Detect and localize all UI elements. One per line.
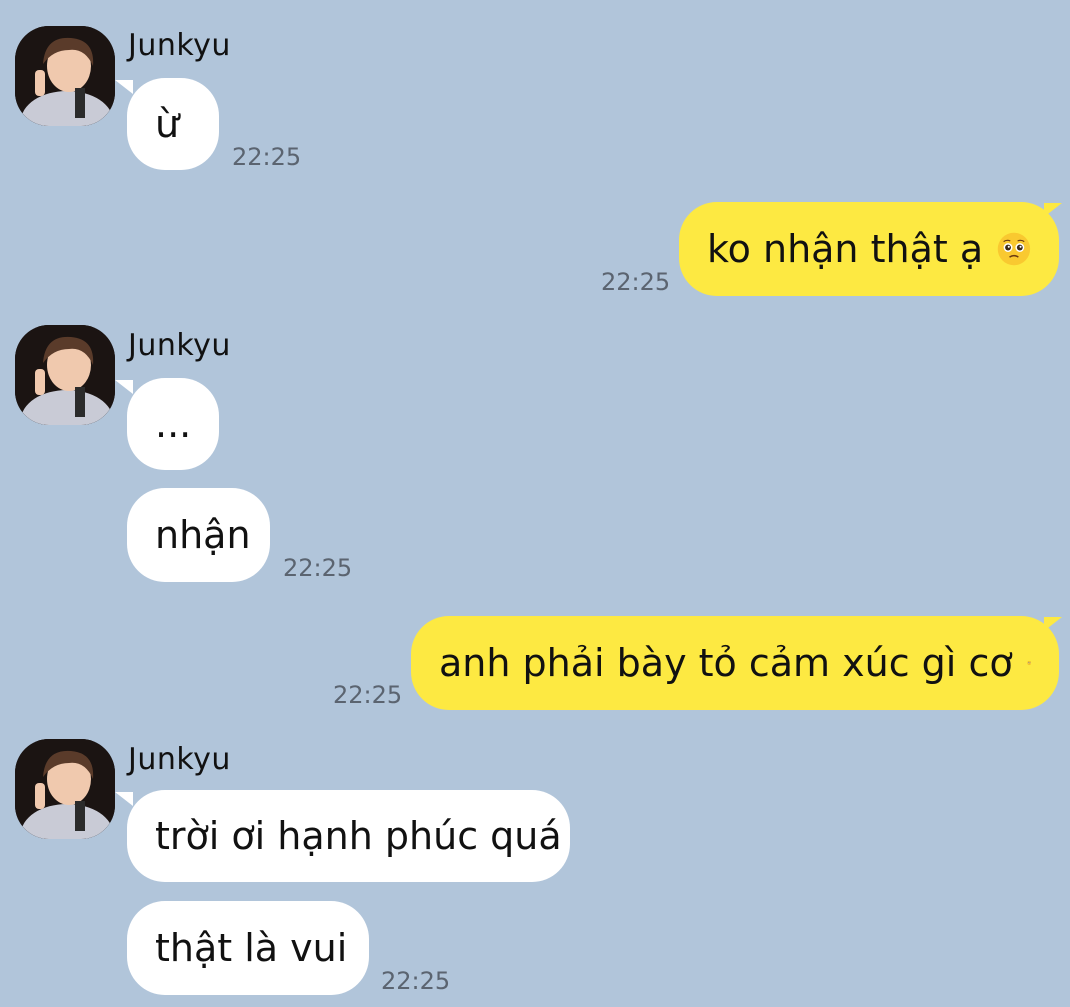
contact-avatar[interactable] (15, 26, 115, 126)
message-text: ừ (155, 102, 180, 146)
pleading-face-icon (1026, 660, 1031, 666)
outgoing-message-bubble[interactable]: anh phải bày tỏ cảm xúc gì cơ (411, 616, 1059, 710)
contact-name: Junkyu (128, 28, 231, 63)
message-text: thật là vui (155, 926, 348, 970)
message-time: 22:25 (333, 681, 403, 709)
message-text: ... (155, 402, 192, 446)
incoming-message-bubble[interactable]: ... (127, 378, 219, 470)
bubble-tail (115, 80, 133, 94)
bubble-tail (115, 380, 133, 394)
message-text: anh phải bày tỏ cảm xúc gì cơ (439, 641, 1013, 685)
message-text: nhận (155, 513, 251, 557)
incoming-message-bubble[interactable]: ừ (127, 78, 219, 170)
incoming-message-bubble[interactable]: nhận (127, 488, 270, 582)
message-time: 22:25 (232, 143, 302, 171)
message-text: trời ơi hạnh phúc quá (155, 814, 562, 858)
message-text: ko nhận thật ạ (707, 227, 984, 271)
contact-name: Junkyu (128, 742, 231, 777)
pleading-face-icon (997, 232, 1031, 266)
contact-name: Junkyu (128, 328, 231, 363)
incoming-message-bubble[interactable]: trời ơi hạnh phúc quá (127, 790, 570, 882)
contact-avatar[interactable] (15, 325, 115, 425)
contact-avatar[interactable] (15, 739, 115, 839)
bubble-tail (115, 792, 133, 806)
message-time: 22:25 (381, 967, 451, 995)
message-time: 22:25 (601, 268, 671, 296)
message-time: 22:25 (283, 554, 353, 582)
outgoing-message-bubble[interactable]: ko nhận thật ạ (679, 202, 1059, 296)
incoming-message-bubble[interactable]: thật là vui (127, 901, 369, 995)
